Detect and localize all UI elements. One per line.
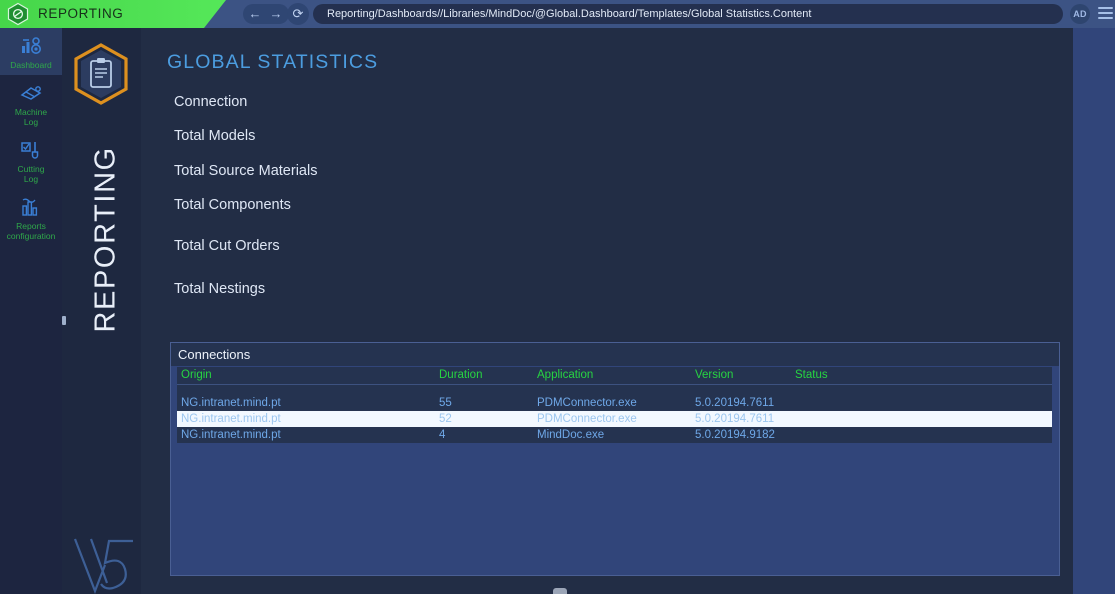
sidebar-item-label-line1: Machine — [14, 107, 48, 117]
cell-origin: NG.intranet.mind.pt — [181, 413, 281, 425]
bar-chart-icon — [22, 198, 38, 216]
cell-duration: 52 — [439, 413, 452, 425]
sidebar-item-label-line2: Log — [23, 117, 39, 127]
cell-status — [791, 427, 1052, 443]
right-edge-strip — [1073, 28, 1115, 594]
connections-panel: Connections Origin Duration Application … — [170, 342, 1060, 576]
bottom-scroll-nub[interactable] — [553, 588, 567, 594]
connections-table: Origin Duration Application Version Stat… — [177, 367, 1052, 443]
refresh-icon[interactable]: ⟳ — [287, 3, 309, 25]
table-row[interactable]: NG.intranet.mind.pt 52 PDMConnector.exe … — [177, 411, 1052, 427]
sidebar-item-cutting-log[interactable]: Cutting Log — [0, 132, 62, 189]
brand-panel: REPORTING — [62, 28, 141, 594]
avatar[interactable]: AD — [1070, 4, 1090, 24]
top-bar: REPORTING ← → ⟳ AD — [0, 0, 1115, 28]
cell-application: PDMConnector.exe — [537, 413, 637, 425]
sidebar-item-dashboard[interactable]: Dashboard — [0, 28, 62, 75]
dashboard-gear-icon — [22, 37, 41, 54]
sidebar-item-reports-configuration[interactable]: Reports configuration — [0, 189, 62, 246]
sidebar-item-label-line2: configuration — [6, 231, 56, 241]
column-header-version[interactable]: Version — [691, 367, 791, 385]
sidebar-item-label-line1: Reports — [16, 221, 46, 231]
sidebar-item-label: Dashboard — [10, 60, 52, 70]
cell-version: 5.0.20194.7611 — [695, 413, 775, 425]
sidebar-item-label-line1: Cutting — [17, 164, 45, 174]
connections-caption: Connections — [171, 343, 1059, 366]
stat-label-total-models: Total Models — [174, 128, 256, 144]
left-icon-rail: Dashboard Machine Log Cutting Log Report… — [0, 28, 62, 594]
column-header-status[interactable]: Status — [791, 367, 1052, 385]
cell-version: 5.0.20194.9182 — [695, 429, 775, 441]
cell-version: 5.0.20194.7611 — [695, 397, 775, 409]
arrow-left-icon[interactable]: ← — [245, 4, 265, 24]
cell-origin: NG.intranet.mind.pt — [181, 397, 281, 409]
table-row[interactable]: NG.intranet.mind.pt 4 MindDoc.exe 5.0.20… — [177, 427, 1052, 443]
cell-duration: 55 — [439, 397, 452, 409]
stat-label-connection: Connection — [174, 94, 248, 110]
sidebar-collapse-handle[interactable] — [62, 316, 66, 325]
column-header-origin[interactable]: Origin — [177, 367, 435, 385]
column-header-duration[interactable]: Duration — [435, 367, 533, 385]
app-title: REPORTING — [38, 6, 124, 21]
hamburger-menu-icon[interactable] — [1098, 7, 1113, 21]
column-header-application[interactable]: Application — [533, 367, 691, 385]
hexagon-app-icon — [7, 2, 29, 26]
cell-application: MindDoc.exe — [537, 429, 605, 441]
cell-status — [791, 395, 1052, 411]
sidebar-item-label-line2: Log — [23, 174, 39, 184]
vertical-brand-word: REPORTING — [89, 146, 122, 333]
cell-origin: NG.intranet.mind.pt — [181, 429, 281, 441]
arrow-right-icon[interactable]: → — [266, 4, 286, 24]
stat-label-total-source-materials: Total Source Materials — [174, 163, 318, 179]
table-header-row: Origin Duration Application Version Stat… — [177, 367, 1052, 385]
stat-label-total-nestings: Total Nestings — [174, 281, 266, 297]
address-input[interactable] — [313, 4, 1063, 24]
clipboard-report-hexagon-icon — [74, 43, 128, 105]
cell-application: PDMConnector.exe — [537, 397, 637, 409]
cell-status — [791, 411, 1052, 427]
cutting-log-icon — [21, 142, 39, 159]
page-title: GLOBAL STATISTICS — [167, 51, 379, 73]
stat-label-total-components: Total Components — [174, 197, 291, 213]
sidebar-item-machine-log[interactable]: Machine Log — [0, 75, 62, 132]
v5-version-logo — [73, 538, 133, 594]
stat-label-total-cut-orders: Total Cut Orders — [174, 238, 280, 254]
main-content: GLOBAL STATISTICS Connection Total Model… — [141, 28, 1073, 594]
cell-duration: 4 — [439, 429, 446, 441]
table-spacer-row — [177, 384, 1052, 395]
table-row[interactable]: NG.intranet.mind.pt 55 PDMConnector.exe … — [177, 395, 1052, 411]
machine-log-icon — [20, 86, 42, 100]
